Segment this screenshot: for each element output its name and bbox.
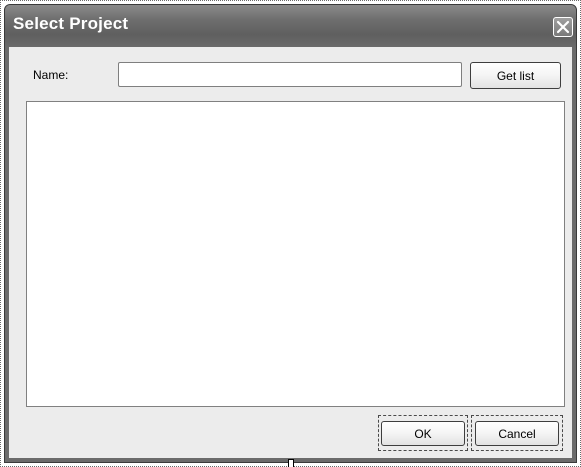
screenshot-canvas: Select Project Name: Get list OK Cancel [0, 0, 581, 467]
select-project-dialog: Select Project Name: Get list OK Cancel [4, 4, 577, 463]
cancel-button[interactable]: Cancel [475, 421, 559, 446]
name-label: Name: [33, 68, 69, 82]
get-list-button[interactable]: Get list [470, 62, 561, 89]
close-button[interactable] [553, 17, 573, 37]
resize-handle[interactable] [288, 459, 294, 467]
ok-button-label: OK [414, 426, 432, 441]
ok-button[interactable]: OK [381, 421, 465, 446]
close-icon [556, 20, 570, 34]
dialog-body: Name: Get list OK Cancel [9, 47, 572, 458]
title-bar[interactable]: Select Project [5, 5, 576, 47]
cancel-button-label: Cancel [498, 426, 536, 441]
dialog-title: Select Project [13, 14, 129, 33]
name-input[interactable] [118, 62, 462, 87]
project-list[interactable] [26, 101, 565, 407]
get-list-button-label: Get list [496, 68, 535, 83]
